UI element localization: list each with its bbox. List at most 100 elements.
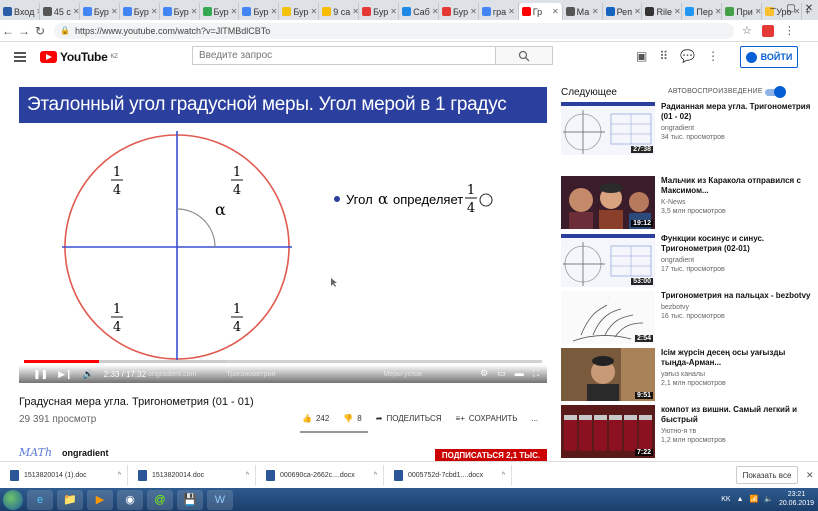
browser-tab[interactable]: Бур ✕ <box>279 3 320 20</box>
settings-gear-icon[interactable]: ⚙ <box>480 368 488 379</box>
tab-close-icon[interactable]: ✕ <box>310 7 317 16</box>
hamburger-menu-icon[interactable] <box>14 50 26 64</box>
browser-tab[interactable]: Бур ✕ <box>80 3 120 20</box>
browser-tab[interactable]: Гр ✕ <box>518 3 563 20</box>
channel-avatar[interactable]: MATh <box>19 446 52 459</box>
browser-tab[interactable]: гра ✕ <box>479 3 519 20</box>
messages-icon[interactable]: 💬 <box>680 49 695 63</box>
maximize-icon[interactable]: ▢ <box>782 0 800 18</box>
create-video-icon[interactable]: ▣ <box>636 49 647 63</box>
tab-close-icon[interactable]: ✕ <box>715 7 721 16</box>
browser-tab[interactable]: Саб ✕ <box>399 3 439 20</box>
recommended-channel[interactable]: K-News <box>661 198 811 207</box>
tab-close-icon[interactable]: ✕ <box>191 7 198 16</box>
miniplayer-icon[interactable]: ▭ <box>497 368 506 379</box>
browser-tab[interactable]: Вход✕ <box>0 3 40 20</box>
tab-close-icon[interactable]: ✕ <box>111 7 118 16</box>
browser-tab[interactable]: Бур ✕ <box>120 3 160 20</box>
explorer-folder-icon[interactable]: 📁 <box>57 489 83 510</box>
tab-close-icon[interactable]: ✕ <box>352 7 358 16</box>
browser-tab[interactable]: Бур ✕ <box>359 3 400 20</box>
tab-close-icon[interactable]: ✕ <box>73 7 79 16</box>
tab-close-icon[interactable]: ✕ <box>470 7 477 16</box>
browser-tab[interactable]: 9 са ✕ <box>319 3 360 20</box>
download-item[interactable]: 1513820014.doc ^ <box>128 464 256 486</box>
video-thumbnail[interactable]: 53:00 <box>561 234 655 287</box>
forward-icon[interactable]: → <box>16 24 32 38</box>
recommended-video[interactable]: 7:22 компот из вишни. Самый легкий и быст… <box>561 405 811 461</box>
tab-close-icon[interactable]: ✕ <box>432 7 438 16</box>
youtube-logo[interactable]: YouTube KZ <box>40 50 118 64</box>
video-thumbnail[interactable]: 27:38 <box>561 102 655 155</box>
recommended-video[interactable]: 27:38 Радианная мера угла. Тригонометрия … <box>561 102 811 156</box>
download-item[interactable]: 1513820014 (1).doc ^ <box>0 464 128 486</box>
recommended-channel[interactable]: ongradient <box>661 124 811 133</box>
ie-icon[interactable]: e <box>27 489 53 510</box>
save-disk-icon[interactable]: 💾 <box>177 489 203 510</box>
tray-arrow-icon[interactable]: ▲ <box>737 496 744 503</box>
video-thumbnail[interactable]: 19:12 <box>561 176 655 229</box>
chevron-up-icon[interactable]: ^ <box>374 472 377 479</box>
browser-tab[interactable]: Пер ✕ <box>682 3 723 20</box>
browser-tab[interactable]: 45 с ✕ <box>40 3 80 20</box>
save-button[interactable]: ≡+ СОХРАНИТЬ <box>456 414 518 423</box>
tab-close-icon[interactable]: ✕ <box>151 7 158 16</box>
progress-bar[interactable] <box>24 360 542 363</box>
browser-tab[interactable]: Бур ✕ <box>439 3 479 20</box>
tab-close-icon[interactable]: ✕ <box>271 7 278 16</box>
share-button[interactable]: ➦ ПОДЕЛИТЬСЯ <box>376 414 442 423</box>
tab-close-icon[interactable]: ✕ <box>390 7 397 16</box>
start-button[interactable] <box>3 489 23 510</box>
chevron-up-icon[interactable]: ^ <box>246 472 249 479</box>
close-window-icon[interactable]: ✕ <box>800 0 818 18</box>
recommended-video[interactable]: · 2:54 Тригонометрия на пальцах - bezbotvy… <box>561 291 811 345</box>
word-icon[interactable]: W <box>207 489 233 510</box>
show-all-downloads-button[interactable]: Показать все <box>736 466 798 484</box>
next-icon[interactable]: ▶❙ <box>58 369 72 380</box>
dislike-button[interactable]: 👎 8 <box>343 414 361 423</box>
recommended-video[interactable]: 53:00 Функции косинус и синус. Тригономет… <box>561 234 811 288</box>
tab-close-icon[interactable]: ✕ <box>634 7 641 16</box>
tab-close-icon[interactable]: ✕ <box>755 7 761 16</box>
recommended-title[interactable]: компот из вишни. Самый легкий и быстрый <box>661 405 811 425</box>
recommended-title[interactable]: Тригонометрия на пальцах - bezbotvy <box>661 291 811 301</box>
fullscreen-icon[interactable]: ⛶ <box>533 368 539 379</box>
like-button[interactable]: 👍 242 <box>302 414 329 423</box>
tab-close-icon[interactable]: ✕ <box>674 7 681 16</box>
download-item[interactable]: 000690ca-2662c....docx ^ <box>256 464 384 486</box>
menu-dots-icon[interactable]: ⋮ <box>784 24 795 37</box>
recommended-channel[interactable]: ongradient <box>661 256 811 265</box>
recommended-video[interactable]: 19:12 Мальчик из Каракола отправился с Ма… <box>561 176 811 230</box>
minimize-icon[interactable]: – <box>764 0 782 18</box>
pause-icon[interactable]: ❚❚ <box>33 369 48 380</box>
recommended-channel[interactable]: bezbotvy <box>661 303 811 312</box>
tab-close-icon[interactable]: ✕ <box>231 7 238 16</box>
recommended-video[interactable]: 9:51 Ісім жүрсін десең осы уағызды тыңда-… <box>561 348 811 402</box>
extension-icon[interactable] <box>761 24 774 37</box>
chevron-up-icon[interactable]: ^ <box>118 472 121 479</box>
browser-tab[interactable]: Бур ✕ <box>160 3 200 20</box>
tab-close-icon[interactable]: ✕ <box>592 7 599 16</box>
reload-icon[interactable]: ↻ <box>32 24 48 38</box>
recommended-channel[interactable]: уағыз каналы <box>661 370 811 379</box>
settings-dots-icon[interactable]: ⋮ <box>707 49 719 63</box>
search-input[interactable] <box>192 46 495 65</box>
recommended-channel[interactable]: Уютно-я тв <box>661 427 811 436</box>
language-indicator[interactable]: KK <box>721 496 730 503</box>
autoplay-toggle[interactable] <box>765 86 786 98</box>
video-player[interactable]: Эталонный угол градусной меры. Угол меро… <box>19 87 547 383</box>
network-icon[interactable]: 📶 <box>750 495 759 503</box>
star-icon[interactable]: ☆ <box>742 24 752 37</box>
recommended-title[interactable]: Радианная мера угла. Тригонометрия (01 -… <box>661 102 811 122</box>
signin-button[interactable]: ВОЙТИ <box>740 46 798 68</box>
back-icon[interactable]: ← <box>0 24 16 38</box>
clock[interactable]: 23:21 20.06.2019 <box>779 490 814 508</box>
browser-tab[interactable]: Rile ✕ <box>642 3 683 20</box>
tab-close-icon[interactable]: ✕ <box>552 7 559 16</box>
recommended-title[interactable]: Функции косинус и синус. Тригонометрия (… <box>661 234 811 254</box>
email-app-icon[interactable]: @ <box>147 489 173 510</box>
channel-name[interactable]: ongradient <box>62 448 109 458</box>
media-player-icon[interactable]: ▶ <box>87 489 113 510</box>
recommended-title[interactable]: Ісім жүрсін десең осы уағызды тыңда-Арма… <box>661 348 811 368</box>
apps-grid-icon[interactable]: ⠿ <box>659 49 668 63</box>
